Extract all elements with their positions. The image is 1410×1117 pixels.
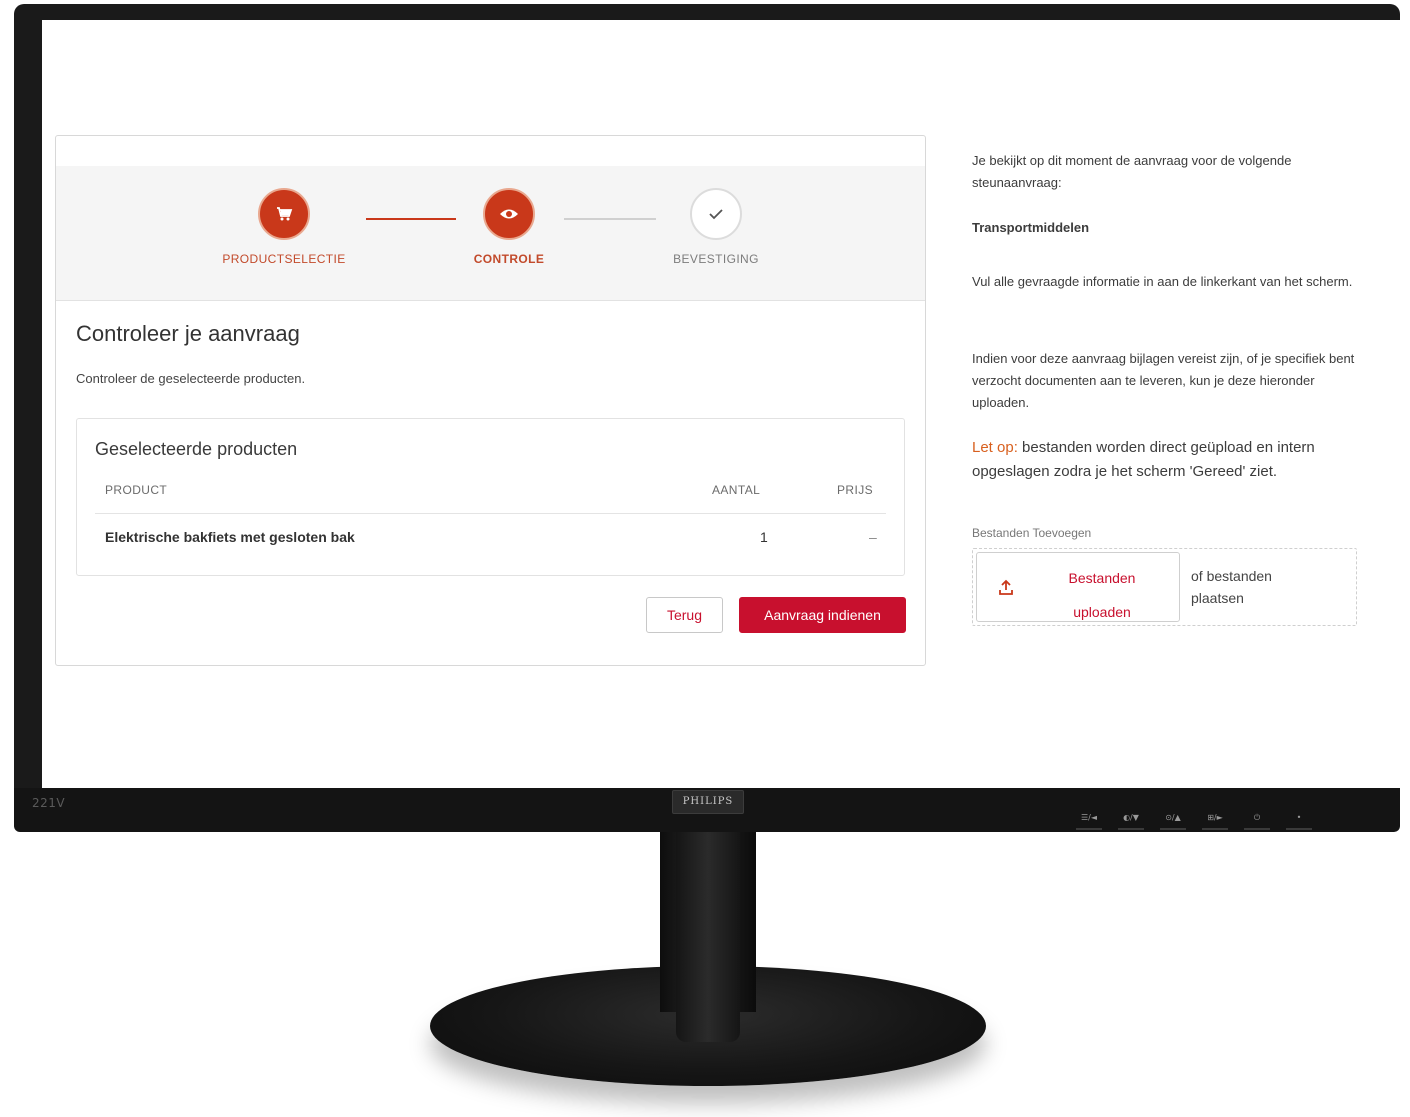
power-led: • [1286, 812, 1312, 830]
page-title: Controleer je aanvraag [76, 321, 300, 346]
screen: PRODUCTSELECTIE CONTROLE BEVESTIGING Con… [42, 20, 1402, 792]
mode-button[interactable]: ⊞/► [1202, 812, 1228, 830]
brightness-button[interactable]: ◐/▼ [1118, 812, 1144, 830]
submit-request-button[interactable]: Aanvraag indienen [739, 597, 906, 633]
progress-stepper: PRODUCTSELECTIE CONTROLE BEVESTIGING [56, 166, 925, 301]
back-button[interactable]: Terug [646, 597, 723, 633]
monitor-neck-front [676, 832, 740, 1042]
table-divider [95, 513, 886, 514]
step-label: PRODUCTSELECTIE [222, 252, 346, 266]
model-label: 221V [32, 796, 66, 810]
upload-files-button[interactable]: Bestanden uploaden [976, 552, 1180, 622]
cart-icon [258, 188, 310, 240]
page-subtitle: Controleer de geselecteerde producten. [76, 371, 306, 386]
drop-text: of bestanden plaatsen [1191, 568, 1272, 606]
table-cell-product: Elektrische bakfiets met gesloten bak [105, 529, 355, 545]
monitor-controls: ☰/◄ ◐/▼ ⊙/▲ ⊞/► ⏻ • [1076, 812, 1312, 830]
sidebar-warning: Let op: bestanden worden direct geüpload… [972, 436, 1364, 484]
upload-button-label: Bestanden uploaden [1068, 570, 1136, 620]
eye-icon [483, 188, 535, 240]
column-header-product: PRODUCT [105, 483, 168, 497]
table-cell-aantal: 1 [760, 529, 768, 545]
sidebar-attachments-info: Indien voor deze aanvraag bijlagen verei… [972, 351, 1355, 410]
upload-icon [997, 579, 1015, 602]
monitor-frame: PRODUCTSELECTIE CONTROLE BEVESTIGING Con… [14, 4, 1402, 832]
file-dropzone[interactable]: Bestanden uploaden of bestanden plaatsen [972, 548, 1357, 626]
warning-text: bestanden worden direct geüpload en inte… [972, 439, 1315, 480]
brand-logo: PHILIPS [672, 790, 744, 814]
sidebar-category: Transportmiddelen [972, 220, 1090, 235]
check-icon [690, 188, 742, 240]
power-button[interactable]: ⏻ [1244, 812, 1270, 830]
sidebar-intro: Je bekijkt op dit moment de aanvraag voo… [972, 153, 1292, 190]
step-bevestiging: BEVESTIGING [636, 188, 796, 266]
sidebar-instruction: Vul alle gevraagde informatie in aan de … [972, 274, 1353, 289]
step-productselectie: PRODUCTSELECTIE [204, 188, 364, 266]
table-cell-prijs: – [869, 529, 877, 545]
products-heading: Geselecteerde producten [95, 439, 298, 459]
warning-prefix: Let op: [972, 439, 1018, 456]
input-button[interactable]: ⊙/▲ [1160, 812, 1186, 830]
step-label: CONTROLE [473, 252, 545, 266]
step-controle: CONTROLE [429, 188, 589, 266]
column-header-aantal: AANTAL [712, 483, 761, 497]
selected-products-panel: Geselecteerde producten PRODUCT AANTAL P… [76, 418, 905, 576]
column-header-prijs: PRIJS [837, 483, 874, 497]
review-card: PRODUCTSELECTIE CONTROLE BEVESTIGING Con… [55, 135, 926, 666]
step-label: BEVESTIGING [673, 252, 759, 266]
menu-button[interactable]: ☰/◄ [1076, 812, 1102, 830]
upload-label: Bestanden Toevoegen [972, 526, 1092, 540]
